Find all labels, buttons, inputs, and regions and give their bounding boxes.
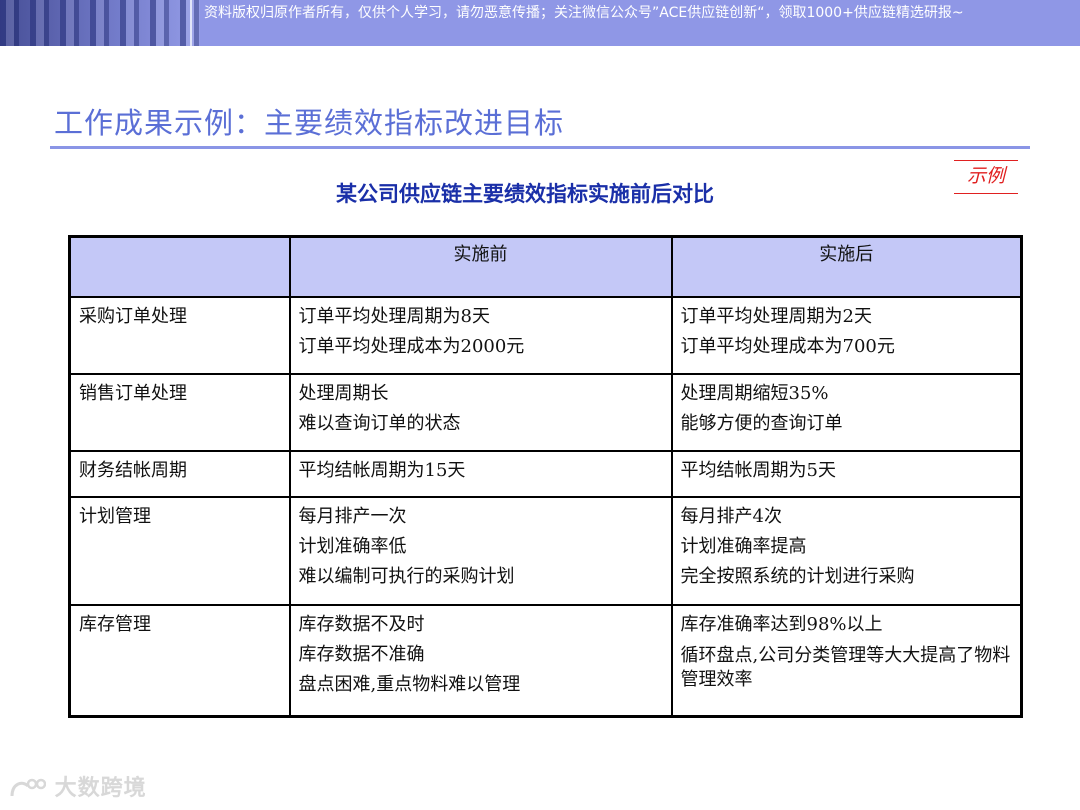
after-line: 循环盘点,公司分类管理等大大提高了物料管理效率 xyxy=(680,644,1011,690)
after-line: 计划准确率提高 xyxy=(680,535,807,557)
after-line: 处理周期缩短35% xyxy=(680,382,829,404)
after-line: 平均结帐周期为5天 xyxy=(680,459,836,481)
after-line: 订单平均处理周期为2天 xyxy=(680,305,872,327)
row-category: 销售订单处理 xyxy=(68,372,291,452)
table-header-row: 实施前 实施后 xyxy=(68,235,1023,298)
banner-notice: 资料版权归原作者所有，仅供个人学习，请勿恶意传播；关注微信公众号”ACE供应链创… xyxy=(204,5,964,21)
table-row: 采购订单处理 订单平均处理周期为8天 订单平均处理成本为2000元 订单平均处理… xyxy=(68,295,1023,375)
after-line: 完全按照系统的计划进行采购 xyxy=(680,565,915,587)
top-banner: 资料版权归原作者所有，仅供个人学习，请勿恶意传播；关注微信公众号”ACE供应链创… xyxy=(0,0,1080,46)
after-cell: 处理周期缩短35% 能够方便的查询订单 xyxy=(670,372,1023,452)
header-blank xyxy=(68,235,291,298)
before-line: 盘点困难,重点物料难以管理 xyxy=(298,673,521,695)
before-cell: 订单平均处理周期为8天 订单平均处理成本为2000元 xyxy=(288,295,673,375)
title-divider xyxy=(50,146,1030,149)
before-line: 订单平均处理周期为8天 xyxy=(298,305,490,327)
before-line: 库存数据不及时 xyxy=(298,613,425,635)
table-row: 计划管理 每月排产一次 计划准确率低 难以编制可执行的采购计划 每月排产4次 计… xyxy=(68,495,1023,606)
logo-icon xyxy=(10,778,46,797)
after-cell: 每月排产4次 计划准确率提高 完全按照系统的计划进行采购 xyxy=(670,495,1023,606)
after-line: 每月排产4次 xyxy=(680,505,782,527)
table-subtitle: 某公司供应链主要绩效指标实施前后对比 xyxy=(336,182,714,206)
after-cell: 平均结帐周期为5天 xyxy=(670,449,1023,498)
before-cell: 处理周期长 难以查询订单的状态 xyxy=(288,372,673,452)
table-row: 销售订单处理 处理周期长 难以查询订单的状态 处理周期缩短35% 能够方便的查询… xyxy=(68,372,1023,452)
watermark: 大数跨境 xyxy=(8,770,147,802)
before-line: 每月排产一次 xyxy=(298,505,407,527)
after-line: 订单平均处理成本为700元 xyxy=(680,335,895,357)
watermark-text: 大数跨境 xyxy=(54,776,147,801)
banner-decoration xyxy=(0,0,200,46)
after-cell: 订单平均处理周期为2天 订单平均处理成本为700元 xyxy=(670,295,1023,375)
page-title: 工作成果示例：主要绩效指标改进目标 xyxy=(54,106,565,140)
before-cell: 平均结帐周期为15天 xyxy=(288,449,673,498)
after-cell: 库存准确率达到98%以上 循环盘点,公司分类管理等大大提高了物料管理效率 xyxy=(670,603,1023,718)
after-line: 能够方便的查询订单 xyxy=(680,412,843,434)
kpi-comparison-table: 实施前 实施后 采购订单处理 订单平均处理周期为8天 订单平均处理成本为2000… xyxy=(68,235,1023,718)
before-line: 难以编制可执行的采购计划 xyxy=(298,565,515,587)
before-line: 处理周期长 xyxy=(298,382,389,404)
header-after: 实施后 xyxy=(670,235,1023,298)
before-line: 计划准确率低 xyxy=(298,535,407,557)
before-line: 平均结帐周期为15天 xyxy=(298,459,466,481)
header-before: 实施前 xyxy=(288,235,673,298)
before-line: 难以查询订单的状态 xyxy=(298,412,461,434)
table-row: 财务结帐周期 平均结帐周期为15天 平均结帐周期为5天 xyxy=(68,449,1023,498)
after-line: 库存准确率达到98%以上 xyxy=(680,613,883,635)
before-line: 库存数据不准确 xyxy=(298,643,425,665)
row-category: 库存管理 xyxy=(68,603,291,718)
before-line: 订单平均处理成本为2000元 xyxy=(298,335,525,357)
row-category: 财务结帐周期 xyxy=(68,449,291,498)
row-category: 计划管理 xyxy=(68,495,291,606)
before-cell: 库存数据不及时 库存数据不准确 盘点困难,重点物料难以管理 xyxy=(288,603,673,718)
before-cell: 每月排产一次 计划准确率低 难以编制可执行的采购计划 xyxy=(288,495,673,606)
table-row: 库存管理 库存数据不及时 库存数据不准确 盘点困难,重点物料难以管理 库存准确率… xyxy=(68,603,1023,718)
row-category: 采购订单处理 xyxy=(68,295,291,375)
